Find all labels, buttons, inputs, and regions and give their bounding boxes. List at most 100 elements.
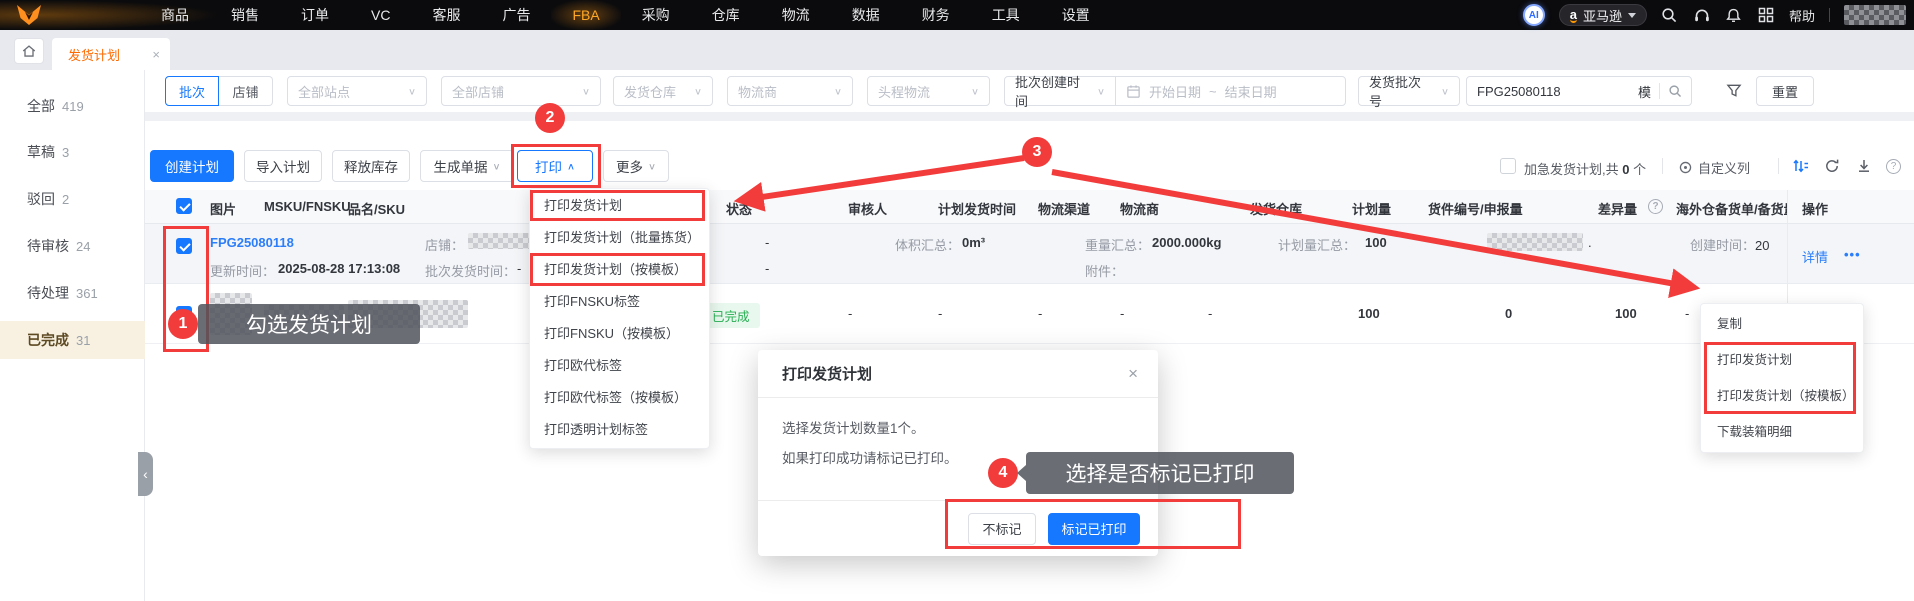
close-icon[interactable]: × — [1128, 364, 1138, 384]
context-menu-item[interactable]: 打印发货计划（按模板） — [1701, 378, 1863, 414]
row-checkbox[interactable] — [176, 238, 192, 254]
chevron-down-icon: ∨ — [492, 161, 501, 172]
print-menu-item[interactable]: 打印欧代标签 — [530, 350, 709, 382]
mark-printed-button[interactable]: 标记已打印 — [1048, 512, 1140, 545]
product-image-redacted — [210, 293, 252, 335]
top-nav-right: AI a 亚马逊 帮助 — [1522, 0, 1914, 30]
batch-no-link[interactable]: FPG25080118 — [210, 235, 294, 250]
print-menu-item[interactable]: 打印FNSKU（按模板） — [530, 318, 709, 350]
nav-item-data[interactable]: 数据 — [831, 0, 901, 30]
print-plan-modal: 打印发货计划 × 选择发货计划数量1个。 如果打印成功请标记已打印。 不标记 标… — [758, 350, 1158, 556]
nav-item-sales[interactable]: 销售 — [210, 0, 280, 30]
sidebar-item-pending-review[interactable]: 待审核 24 — [0, 227, 145, 265]
date-range-picker[interactable]: 开始日期 ~ 结束日期 — [1115, 76, 1346, 106]
dot-text: . — [1588, 235, 1592, 250]
nav-item-ads[interactable]: 广告 — [481, 0, 551, 30]
sidebar-item-draft[interactable]: 草稿 3 — [0, 133, 145, 171]
customize-columns-button[interactable]: 自定义列 — [1678, 158, 1750, 177]
print-menu-item[interactable]: 打印发货计划（批量拣货） — [530, 222, 709, 254]
diff-help-icon[interactable]: ? — [1648, 199, 1663, 214]
table-help-icon[interactable]: ? — [1886, 159, 1901, 174]
modal-header: 打印发货计划 × — [758, 350, 1158, 398]
warehouse-select-value: 发货仓库 — [624, 84, 677, 100]
headset-support-icon[interactable] — [1693, 6, 1711, 24]
select-all-checkbox[interactable] — [176, 198, 192, 214]
ai-assistant-button[interactable]: AI — [1522, 4, 1545, 26]
batch-no-search-input[interactable]: FPG25080118 模 — [1466, 76, 1692, 106]
context-menu-item[interactable]: 复制 — [1701, 306, 1863, 342]
time-type-select[interactable]: 批次创建时间 ∨ — [1004, 75, 1116, 109]
import-plan-button[interactable]: 导入计划 — [244, 150, 322, 182]
more-button[interactable]: 更多 ∨ — [603, 150, 669, 182]
warehouse-select[interactable]: 发货仓库 ∨ — [613, 76, 713, 106]
generate-doc-button[interactable]: 生成单据 ∨ — [420, 150, 514, 182]
nav-item-warehouse[interactable]: 仓库 — [691, 0, 761, 30]
download-icon[interactable] — [1856, 158, 1872, 177]
product-name-redacted — [348, 300, 468, 328]
filter-segment-batch[interactable]: 批次 — [165, 76, 219, 106]
nav-item-service[interactable]: 客服 — [411, 0, 481, 30]
tab-shipping-plan[interactable]: 发货计划 × — [52, 38, 170, 70]
close-tab-icon[interactable]: × — [152, 47, 160, 62]
create-plan-button[interactable]: 创建计划 — [150, 150, 234, 182]
fuzzy-mode-toggle[interactable]: 模 — [1638, 82, 1651, 101]
logistics-provider-select[interactable]: 物流商 ∨ — [727, 76, 853, 106]
nav-item-products[interactable]: 商品 — [140, 0, 210, 30]
context-menu-item[interactable]: 下载装箱明细 — [1701, 414, 1863, 450]
store-switcher[interactable]: a 亚马逊 — [1558, 4, 1647, 26]
nav-item-orders[interactable]: 订单 — [280, 0, 350, 30]
sidebar-collapse-handle[interactable]: ‹ — [138, 452, 153, 496]
print-menu-item[interactable]: 打印发货计划 — [530, 190, 709, 222]
context-menu-item[interactable]: 打印发货计划 — [1701, 342, 1863, 378]
notifications-bell-icon[interactable] — [1725, 6, 1743, 24]
sidebar-item-all[interactable]: 全部 419 — [0, 87, 145, 125]
urgent-plan-checkbox[interactable] — [1500, 158, 1516, 174]
collapse-left-icon: ‹ — [143, 466, 148, 482]
time-type-value: 批次创建时间 — [1015, 75, 1081, 109]
detail-link[interactable]: 详情 — [1802, 247, 1828, 266]
sidebar-item-pending-process[interactable]: 待处理 361 — [0, 274, 145, 312]
nav-item-logistics[interactable]: 物流 — [761, 0, 831, 30]
amazon-icon: a — [1569, 6, 1577, 23]
first-leg-logistics-select[interactable]: 头程物流 ∨ — [867, 76, 990, 106]
release-stock-button[interactable]: 释放库存 — [332, 150, 410, 182]
print-menu-item[interactable]: 打印FNSKU标签 — [530, 286, 709, 318]
more-actions-icon[interactable]: ••• — [1844, 247, 1861, 262]
sidebar-item-rejected[interactable]: 驳回 2 — [0, 180, 145, 218]
nav-item-finance[interactable]: 财务 — [901, 0, 971, 30]
print-menu-item[interactable]: 打印欧代标签（按模板） — [530, 382, 709, 414]
no-mark-button[interactable]: 不标记 — [968, 512, 1036, 545]
home-button[interactable] — [14, 38, 44, 64]
reset-button[interactable]: 重置 — [1756, 76, 1814, 106]
row-checkbox[interactable] — [176, 306, 192, 322]
refresh-icon[interactable] — [1824, 158, 1840, 177]
filter-segment-shop[interactable]: 店铺 — [219, 76, 273, 106]
nav-item-vc[interactable]: VC — [350, 0, 411, 30]
nav-item-fba[interactable]: FBA — [551, 0, 621, 30]
nav-item-settings[interactable]: 设置 — [1041, 0, 1111, 30]
nav-item-tools[interactable]: 工具 — [971, 0, 1041, 30]
col-product: 品名/SKU — [348, 202, 406, 217]
sort-columns-icon[interactable] — [1792, 158, 1809, 177]
site-select[interactable]: 全部站点 ∨ — [287, 76, 427, 106]
declared-qty-value: 0 — [1505, 306, 1513, 321]
advanced-filter-funnel-icon[interactable] — [1726, 83, 1742, 101]
brand-logo-icon[interactable] — [16, 3, 44, 27]
table-row[interactable]: 已完成 - - - - - 100 0 100 - 详情 ••• — [145, 284, 1914, 344]
search-icon[interactable] — [1661, 6, 1679, 24]
print-button[interactable]: 打印 ∧ — [517, 150, 593, 182]
print-menu-item[interactable]: 打印发货计划（按模板） — [530, 254, 709, 286]
batch-row[interactable]: FPG25080118 店铺： - 体积汇总： 0m³ 重量汇总： 2000.0… — [145, 224, 1914, 284]
print-menu-item[interactable]: 打印透明计划标签 — [530, 414, 709, 446]
col-diff-qty: 差异量 — [1598, 202, 1638, 217]
batch-no-field-select[interactable]: 发货批次号 ∨ — [1358, 75, 1460, 109]
nav-item-purchase[interactable]: 采购 — [621, 0, 691, 30]
apps-grid-icon[interactable] — [1757, 6, 1775, 24]
top-nav: 商品 销售 订单 VC 客服 广告 FBA 采购 仓库 物流 数据 财务 工具 … — [0, 0, 1914, 30]
modal-title: 打印发货计划 — [782, 366, 873, 383]
user-avatar[interactable] — [1844, 5, 1906, 25]
search-submit-icon[interactable] — [1668, 84, 1683, 99]
sidebar-item-completed[interactable]: 已完成 31 — [0, 321, 145, 359]
shop-select[interactable]: 全部店铺 ∨ — [441, 76, 601, 106]
help-link[interactable]: 帮助 — [1789, 6, 1815, 25]
